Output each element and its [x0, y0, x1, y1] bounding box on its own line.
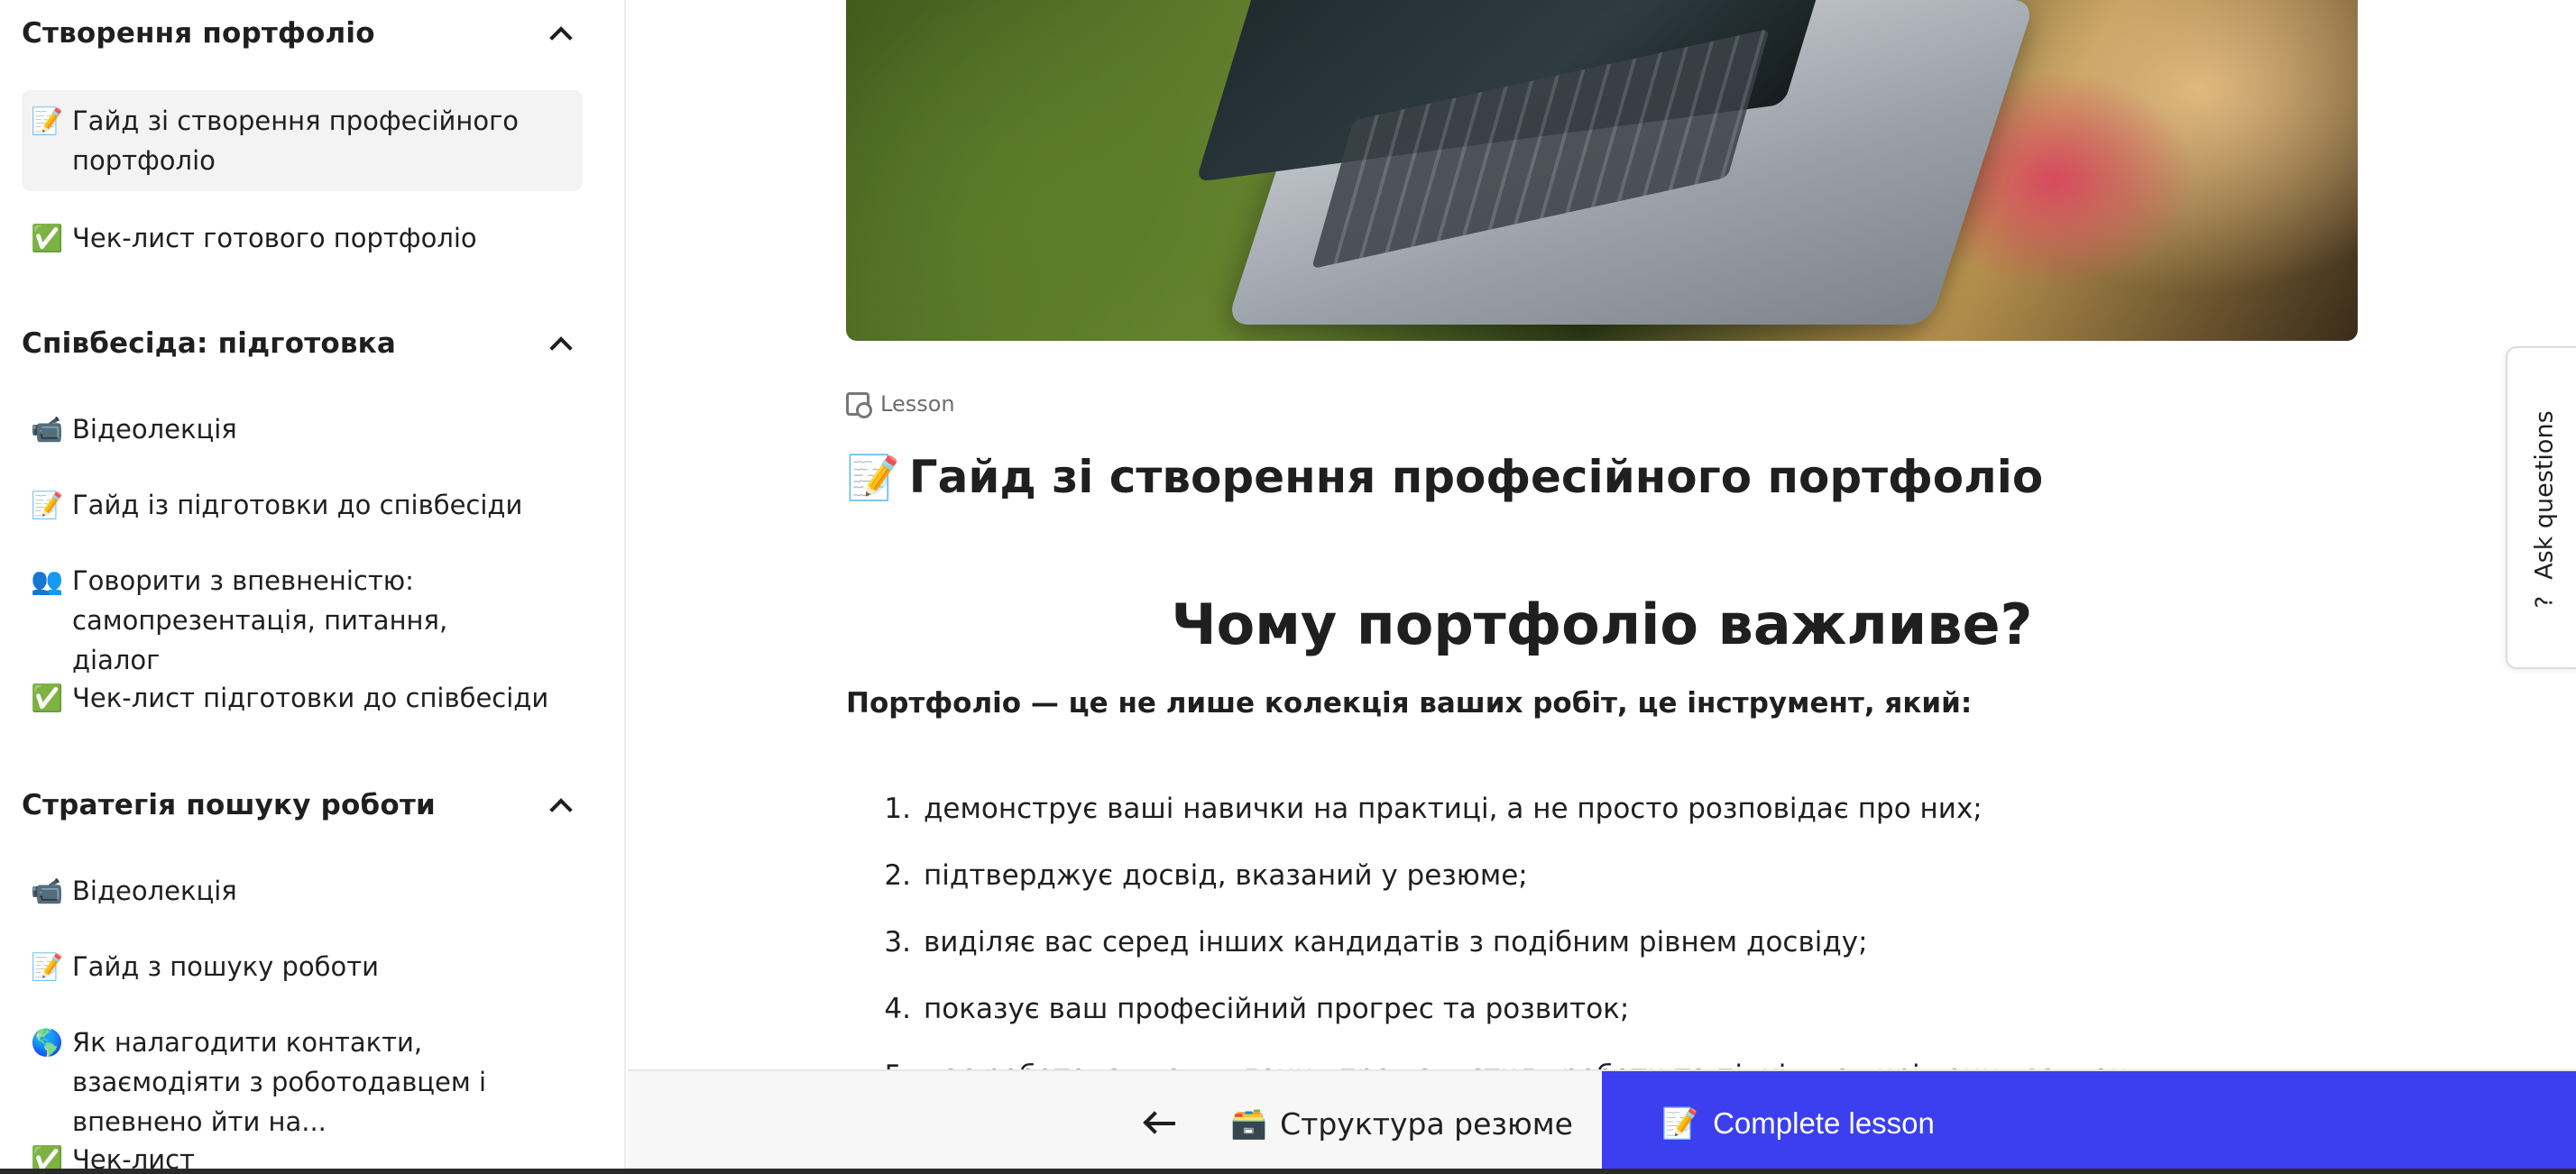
people-icon: 👥	[31, 565, 64, 596]
back-button[interactable]	[1133, 1095, 1191, 1152]
course-sidebar: Створення портфоліо 📝 Гайд зі створення …	[0, 0, 626, 1174]
list-number: 1.	[884, 793, 911, 825]
list-number: 5.	[846, 1059, 924, 1069]
sidebar-item-label: Чек-лист готового портфоліо	[72, 223, 477, 253]
memo-icon: 📝	[31, 951, 64, 982]
content-heading: Чому портфоліо важливе?	[1171, 592, 2033, 657]
section-header-job-search[interactable]: Стратегія пошуку роботи	[22, 783, 583, 828]
sidebar-item-label: Відеолекція	[72, 876, 237, 906]
complete-lesson-label: Complete lesson	[1713, 1106, 1935, 1140]
memo-icon: 📝	[31, 105, 64, 136]
arrow-left-icon	[1148, 1122, 1175, 1125]
content-list: 1. демонструє ваші навички на практиці, …	[846, 775, 2358, 1069]
section-title: Створення портфоліо	[22, 17, 375, 50]
ask-questions-content: ? Ask questions	[2531, 410, 2559, 608]
list-item: 2. підтверджує досвід, вказаний у резюме…	[846, 842, 2358, 909]
list-text: показує ваш професійний прогрес та розви…	[924, 993, 1630, 1025]
sidebar-item-job-guide[interactable]: 📝 Гайд з пошуку роботи	[22, 936, 583, 997]
lesson-type-tag: Lesson	[846, 391, 955, 418]
sidebar-item-label: Чек-лист підготовки до співбесіди	[72, 683, 549, 713]
section-title: Співбесіда: підготовка	[22, 327, 397, 360]
sidebar-item-label: Як налагодити контакти, взаємодіяти з ро…	[72, 1027, 487, 1137]
sidebar-item-interview-guide[interactable]: 📝 Гайд із підготовки до співбесіди	[22, 474, 583, 536]
section-header-interview[interactable]: Співбесіда: підготовка	[22, 321, 583, 366]
lesson-navigation-bar: 🗃️ Структура резюме 📝 Complete lesson	[628, 1069, 2576, 1174]
lesson-icon	[846, 392, 872, 418]
section-title: Стратегія пошуку роботи	[22, 789, 436, 821]
list-number: 2.	[884, 859, 911, 892]
list-item: 5. дає роботодавцю уявлення про ваш стил…	[846, 1042, 2358, 1069]
content-intro: Портфоліо — це не лише колекція ваших ро…	[846, 687, 1973, 720]
list-text: виділяє вас серед інших кандидатів з под…	[924, 926, 1868, 958]
lesson-content: Lesson 📝 Гайд зі створення професійного п…	[628, 0, 2576, 1069]
sidebar-item-interview-video[interactable]: 📹 Відеолекція	[22, 399, 583, 460]
list-item: 3. виділяє вас серед інших кандидатів з …	[846, 909, 2358, 976]
window-bottom-edge	[0, 1169, 2576, 1174]
list-text: дає роботодавцю уявлення про ваш стиль р…	[924, 1059, 2154, 1069]
list-number: 4.	[884, 993, 911, 1025]
sidebar-item-job-video[interactable]: 📹 Відеолекція	[22, 860, 583, 922]
video-camera-icon: 📹	[31, 876, 64, 906]
sidebar-item-portfolio-checklist[interactable]: ✅ Чек-лист готового портфоліо	[22, 207, 583, 269]
sidebar-item-label: Гайд з пошуку роботи	[72, 951, 380, 982]
previous-lesson-label: Структура резюме	[1280, 1105, 1573, 1142]
lesson-hero-image	[846, 0, 2358, 341]
complete-lesson-button[interactable]: 📝 Complete lesson	[1602, 1071, 2576, 1174]
list-number: 3.	[884, 926, 911, 958]
list-item: 4. показує ваш професійний прогрес та ро…	[846, 976, 2358, 1042]
page-title-text: Гайд зі створення професійного портфоліо	[908, 451, 2044, 503]
question-mark-icon: ?	[2531, 595, 2558, 609]
ask-questions-label: Ask questions	[2530, 410, 2559, 580]
sidebar-item-job-checklist[interactable]: ✅ Чек-лист	[22, 1129, 583, 1174]
list-text: підтверджує досвід, вказаний у резюме;	[924, 859, 1528, 892]
card-file-box-icon: 🗃️	[1230, 1105, 1268, 1141]
chevron-up-icon[interactable]	[543, 789, 575, 821]
list-text: демонструє ваші навички на практиці, а н…	[924, 793, 1983, 825]
sidebar-item-label: Гайд із підготовки до співбесіди	[72, 490, 523, 520]
chevron-up-icon[interactable]	[543, 327, 575, 360]
ask-questions-button[interactable]: ? Ask questions	[2506, 346, 2576, 669]
lesson-type-label: Lesson	[880, 391, 955, 417]
check-mark-icon: ✅	[31, 223, 64, 253]
memo-icon: 📝	[1661, 1105, 1699, 1140]
sidebar-item-label: Говорити з впевненістю: самопрезентація,…	[72, 565, 448, 675]
chevron-up-icon[interactable]	[543, 17, 575, 50]
sidebar-item-label: Відеолекція	[72, 414, 237, 445]
section-header-portfolio[interactable]: Створення портфоліо	[22, 11, 583, 56]
previous-lesson-link[interactable]: 🗃️ Структура резюме	[1230, 1095, 1573, 1152]
sidebar-item-label: Гайд зі створення професійного портфоліо	[72, 105, 520, 176]
list-item: 1. демонструє ваші навички на практиці, …	[846, 775, 2358, 842]
page-title: 📝 Гайд зі створення професійного портфолі…	[846, 451, 2043, 503]
memo-icon: 📝	[846, 453, 900, 503]
check-mark-icon: ✅	[31, 683, 64, 713]
sidebar-item-portfolio-guide[interactable]: 📝 Гайд зі створення професійного портфол…	[22, 90, 583, 191]
memo-icon: 📝	[31, 490, 64, 520]
globe-icon: 🌎	[31, 1027, 64, 1058]
sidebar-item-interview-checklist[interactable]: ✅ Чек-лист підготовки до співбесіди	[22, 667, 583, 729]
video-camera-icon: 📹	[31, 414, 64, 445]
